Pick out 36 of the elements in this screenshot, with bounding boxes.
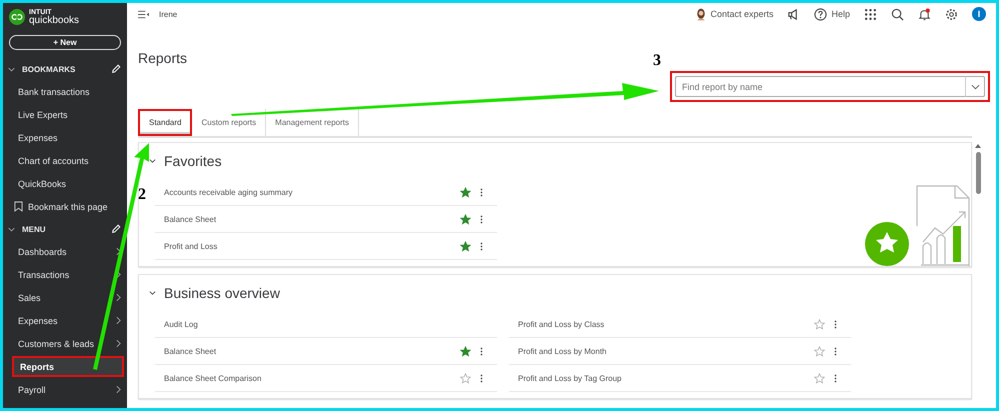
section-title: BOOKMARKS [22, 64, 76, 74]
report-link[interactable]: Balance Sheet [164, 346, 460, 356]
report-link[interactable]: Profit and Loss by Class [518, 320, 814, 328]
sidebar-item[interactable]: Bank transactions [12, 81, 124, 102]
tab[interactable]: Standard [138, 109, 192, 136]
annotation-number: 3 [653, 53, 661, 69]
page-title: Reports [138, 50, 188, 66]
sidebar-item[interactable]: Bookmark this page [12, 196, 124, 217]
sidebar-item[interactable]: Expenses [12, 127, 124, 148]
report-link[interactable]: Audit Log [164, 320, 483, 328]
sidebar-item[interactable]: Payroll [12, 379, 124, 400]
section-title: MENU [22, 224, 47, 234]
annotation-number: 2 [138, 187, 146, 203]
report-link[interactable]: Profit and Loss by Tag Group [518, 374, 814, 382]
report-link[interactable]: Balance Sheet [164, 214, 460, 224]
sidebar-item[interactable]: QuickBooks [12, 173, 124, 194]
user-avatar[interactable]: I [972, 7, 986, 21]
search-field[interactable]: Find report by name [675, 76, 965, 97]
contact-experts-link[interactable]: Contact experts [710, 9, 774, 19]
report-link[interactable]: Balance Sheet Comparison [164, 374, 460, 382]
sidebar-item[interactable]: Dashboards [12, 241, 124, 262]
sidebar-item[interactable]: Expenses [12, 310, 124, 331]
section-title: Business overview [164, 285, 280, 301]
sidebar-item[interactable]: Sales [12, 287, 124, 308]
sidebar-item[interactable]: Reports [12, 356, 124, 377]
sidebar-item[interactable]: Chart of accounts [12, 150, 124, 171]
new-button[interactable]: + New [9, 35, 121, 50]
company-name: Irene [159, 10, 178, 18]
report-link[interactable]: Accounts receivable aging summary [164, 188, 460, 196]
sidebar-item[interactable]: Live Experts [12, 104, 124, 125]
report-link[interactable]: Profit and Loss by Month [518, 346, 814, 356]
section-title: Favorites [164, 153, 222, 169]
brand-name: quickbooks [29, 16, 80, 26]
sidebar-item[interactable]: Customers & leads [12, 333, 124, 354]
report-link[interactable]: Profit and Loss [164, 242, 460, 250]
help-link[interactable]: Help [831, 9, 850, 19]
